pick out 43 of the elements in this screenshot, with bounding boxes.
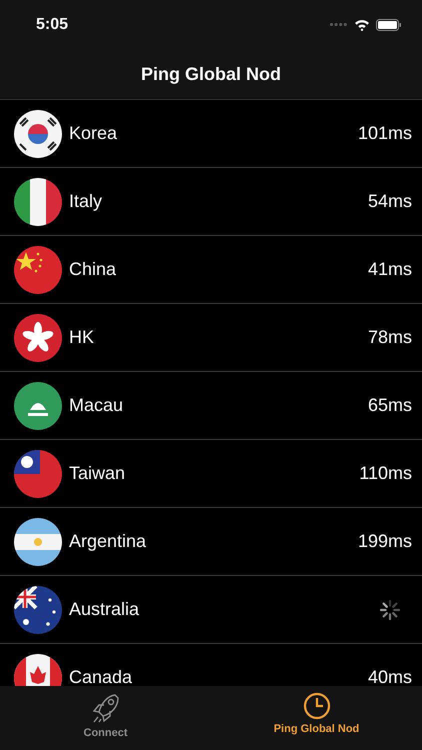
- flag-icon: [14, 518, 62, 566]
- loading-spinner-icon: [378, 598, 402, 622]
- flag-icon: [14, 382, 62, 430]
- ping-time: 65ms: [368, 395, 412, 416]
- flag-icon: [14, 450, 62, 498]
- node-row[interactable]: Macau 65ms: [0, 372, 422, 440]
- status-time: 5:05: [36, 16, 68, 34]
- country-name: Macau: [69, 395, 124, 416]
- ping-time: 110ms: [359, 463, 412, 484]
- node-row[interactable]: Korea 101ms: [0, 100, 422, 168]
- flag-icon: [14, 314, 62, 362]
- signal-icon: [330, 23, 348, 27]
- node-row[interactable]: Australia: [0, 576, 422, 644]
- ping-time: 199ms: [358, 531, 412, 552]
- wifi-icon: [354, 19, 370, 31]
- nav-title: Ping Global Nod: [141, 64, 281, 85]
- ping-time: 101ms: [358, 123, 412, 144]
- country-name: China: [69, 259, 118, 280]
- ping-time: 54ms: [368, 191, 412, 212]
- node-row[interactable]: HK 78ms: [0, 304, 422, 372]
- battery-icon: [376, 19, 402, 31]
- country-name: Canada: [69, 667, 134, 686]
- tab-bar-item[interactable]: Connect: [0, 686, 211, 750]
- flag-icon: [14, 586, 62, 634]
- flag-icon: [14, 178, 62, 226]
- tab-bar-item[interactable]: Ping Global Nod: [211, 686, 422, 750]
- rocket-icon: [90, 692, 120, 724]
- country-name: Korea: [69, 123, 118, 144]
- ping-time: 41ms: [368, 259, 412, 280]
- country-name: HK: [69, 327, 96, 348]
- country-name: Australia: [69, 599, 140, 620]
- country-name: Taiwan: [69, 463, 126, 484]
- node-row[interactable]: China 41ms: [0, 236, 422, 304]
- clock-icon: [302, 692, 330, 720]
- node-row[interactable]: Taiwan 110ms: [0, 440, 422, 508]
- node-row[interactable]: Argentina 199ms: [0, 508, 422, 576]
- country-name: Italy: [69, 191, 104, 212]
- country-name: Argentina: [69, 531, 148, 552]
- ping-time: 40ms: [368, 667, 412, 686]
- flag-icon: [14, 110, 62, 158]
- flag-icon: [14, 246, 62, 294]
- ping-time: 78ms: [368, 327, 412, 348]
- node-row[interactable]: Italy 54ms: [0, 168, 422, 236]
